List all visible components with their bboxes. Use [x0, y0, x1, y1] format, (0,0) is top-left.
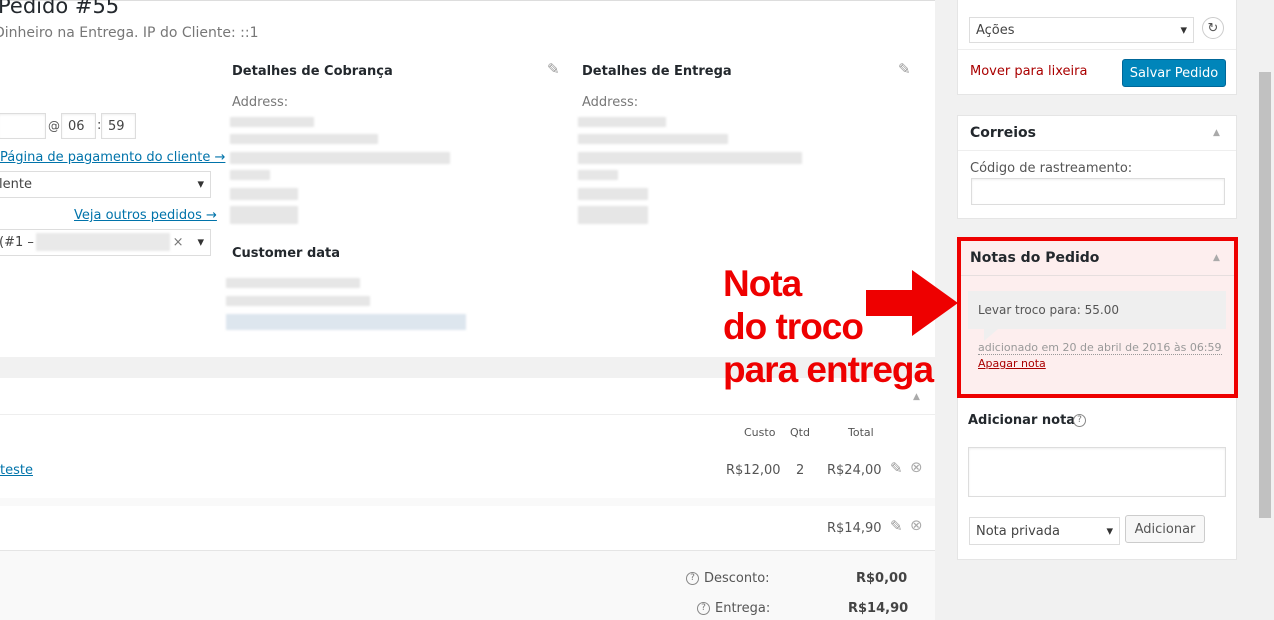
- correios-title: Correios: [970, 125, 1036, 141]
- shipping-title: Detalhes de Entrega: [582, 64, 732, 79]
- shipping-total: R$14,90: [827, 521, 882, 536]
- customer-data-title: Customer data: [232, 246, 341, 261]
- correios-divider: [958, 150, 1236, 151]
- actions-select-value: Ações: [976, 22, 1015, 38]
- shipping-address-redacted: [578, 152, 802, 164]
- billing-address-redacted: [230, 152, 450, 164]
- payment-page-link[interactable]: Página de pagamento do cliente →: [0, 150, 225, 165]
- chevron-down-icon: ▾: [1106, 523, 1113, 539]
- shipping-address-label: Address:: [582, 95, 639, 110]
- annotation-line-1: Nota: [723, 263, 802, 304]
- hour-value: 06: [68, 118, 85, 134]
- note-type-value: Nota privada: [976, 523, 1060, 539]
- totals-area: [0, 551, 935, 620]
- customer-name-redacted: [36, 233, 170, 251]
- billing-address-label: Address:: [232, 95, 289, 110]
- help-icon[interactable]: ?: [1073, 414, 1086, 427]
- order-status-select[interactable]: lente ▾: [0, 171, 211, 198]
- billing-address-redacted: [230, 134, 378, 144]
- note-type-select[interactable]: Nota privada ▾: [969, 517, 1120, 545]
- other-orders-link[interactable]: Veja outros pedidos →: [74, 208, 217, 223]
- remove-icon[interactable]: ⊗: [910, 516, 923, 534]
- shipping-address-redacted: [578, 188, 648, 200]
- shipping-address-redacted: [578, 117, 666, 127]
- shipping-value: R$14,90: [848, 601, 909, 616]
- help-icon[interactable]: ?: [697, 602, 710, 615]
- customer-data-redacted: [226, 296, 370, 306]
- billing-address-redacted: [230, 206, 298, 224]
- add-note-title: Adicionar nota: [968, 413, 1076, 428]
- add-note-textarea[interactable]: [968, 447, 1226, 497]
- save-order-button[interactable]: Salvar Pedido: [1122, 59, 1226, 87]
- remove-icon[interactable]: ⊗: [910, 458, 923, 476]
- shipping-address-redacted: [578, 206, 648, 224]
- move-to-trash-link[interactable]: Mover para lixeira: [970, 64, 1087, 79]
- billing-title: Detalhes de Cobrança: [232, 64, 393, 79]
- table-row: [0, 448, 935, 499]
- chevron-down-icon: ▾: [197, 235, 204, 250]
- actions-divider: [958, 49, 1236, 50]
- tracking-code-input[interactable]: [971, 178, 1225, 205]
- arrow-icon: [866, 270, 958, 336]
- column-header-cost: Custo: [744, 426, 776, 439]
- item-total: R$24,00: [827, 463, 882, 478]
- item-name-link[interactable]: teste: [0, 463, 33, 478]
- item-cost: R$12,00: [726, 463, 781, 478]
- items-gap: [0, 498, 935, 506]
- time-at-label: @: [48, 119, 60, 133]
- discount-value: R$0,00: [856, 571, 908, 586]
- page-title: Pedido #55: [0, 0, 120, 18]
- pencil-icon[interactable]: ✎: [890, 517, 903, 535]
- shipping-address-redacted: [578, 170, 618, 180]
- pencil-icon[interactable]: ✎: [547, 60, 560, 78]
- pencil-icon[interactable]: ✎: [898, 60, 911, 78]
- caret-up-icon[interactable]: ▲: [1213, 128, 1220, 138]
- notes-red-frame: [957, 237, 1238, 398]
- customer-data-redacted: [226, 278, 360, 288]
- page-scrollbar-thumb[interactable]: [1259, 72, 1271, 518]
- column-header-qty: Qtd: [790, 426, 810, 439]
- date-input[interactable]: [0, 113, 46, 139]
- customer-value: (#1 –: [0, 235, 34, 250]
- add-note-button[interactable]: Adicionar: [1125, 515, 1205, 543]
- top-border: [0, 0, 935, 1]
- order-status-value: lente: [0, 177, 32, 192]
- annotation-line-2: do troco: [723, 306, 864, 347]
- refresh-icon[interactable]: ↻: [1202, 17, 1224, 39]
- order-subtitle: Dinheiro na Entrega. IP do Cliente: ::1: [0, 25, 259, 41]
- items-header-border: [0, 414, 935, 415]
- minute-value: 59: [108, 118, 125, 134]
- billing-address-redacted: [230, 170, 270, 180]
- billing-address-redacted: [230, 188, 298, 200]
- customer-data-redacted: [226, 314, 466, 330]
- hour-input[interactable]: 06: [61, 113, 96, 139]
- tracking-code-label: Código de rastreamento:: [970, 161, 1133, 176]
- chevron-down-icon: ▾: [197, 177, 204, 192]
- clear-icon[interactable]: ×: [173, 235, 184, 250]
- chevron-down-icon: ▾: [1180, 22, 1187, 38]
- item-qty: 2: [796, 463, 805, 478]
- table-row: [0, 506, 935, 551]
- pencil-icon[interactable]: ✎: [890, 459, 903, 477]
- actions-select[interactable]: Ações ▾: [969, 17, 1194, 43]
- shipping-label: Entrega:: [715, 601, 771, 616]
- help-icon[interactable]: ?: [686, 572, 699, 585]
- shipping-address-redacted: [578, 134, 728, 144]
- column-header-total: Total: [848, 426, 874, 439]
- caret-up-icon[interactable]: ▲: [913, 392, 920, 402]
- billing-address-redacted: [230, 117, 314, 127]
- discount-label: Desconto:: [704, 571, 770, 586]
- minute-input[interactable]: 59: [101, 113, 136, 139]
- annotation-line-3: para entrega: [723, 349, 934, 390]
